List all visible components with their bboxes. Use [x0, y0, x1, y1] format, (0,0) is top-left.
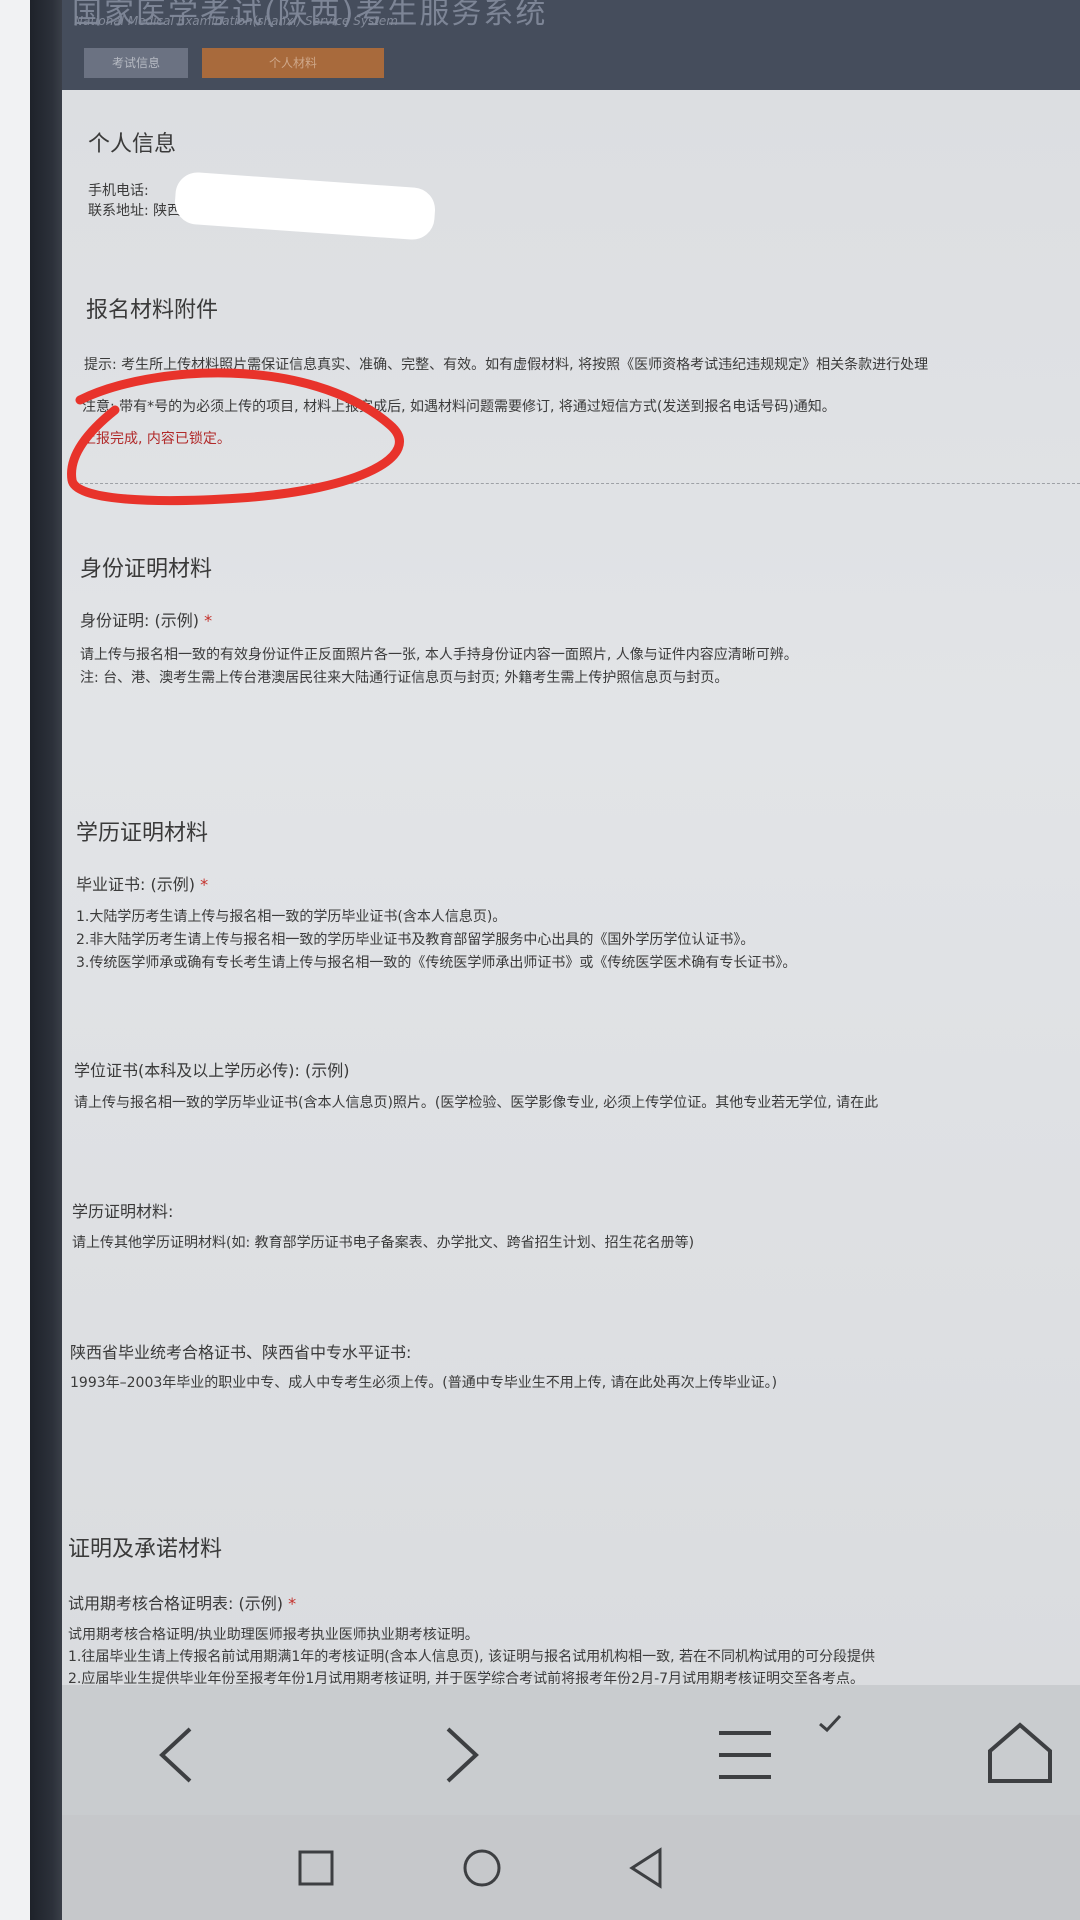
degree-instruction: 请上传与报名相一致的学历毕业证书(含本人信息页)照片。(医学检验、医学影像专业,… [74, 1095, 879, 1111]
section-divider [80, 483, 1080, 484]
shaanxi-cert-instruction: 1993年–2003年毕业的职业中专、成人中专考生必须上传。(普通中专毕业生不用… [70, 1375, 778, 1391]
identity-instruction: 请上传与报名相一致的有效身份证件正反面照片各一张, 本人手持身份证内容一面照片,… [80, 647, 798, 663]
checkmark-icon [819, 1714, 842, 1733]
identity-label[interactable]: 身份证明: (示例) * [80, 607, 212, 631]
site-subtitle: National Medical Examination(shanxi) Ser… [74, 14, 398, 28]
menu-icon[interactable] [705, 1715, 785, 1795]
tab-exam-info[interactable]: 考试信息 [84, 48, 188, 78]
personal-info-heading: 个人信息 [88, 132, 177, 157]
device-bezel [30, 0, 62, 1920]
system-back-icon[interactable] [616, 1838, 676, 1898]
probation-line-1: 试用期考核合格证明/执业助理医师报考执业医师执业期考核证明。 [68, 1627, 479, 1643]
tab-personal-materials[interactable]: 个人材料 [202, 48, 384, 78]
diploma-line-1: 1.大陆学历考生请上传与报名相一致的学历毕业证书(含本人信息页)。 [76, 909, 507, 925]
diploma-line-2: 2.非大陆学历考生请上传与报名相一致的学历毕业证书及教育部留学服务中心出具的《国… [76, 932, 755, 948]
recent-apps-icon[interactable] [286, 1838, 346, 1898]
diploma-label-text: 毕业证书: (示例) [76, 875, 195, 894]
diploma-label[interactable]: 毕业证书: (示例) * [76, 871, 208, 895]
probation-label-text: 试用期考核合格证明表: (示例) [68, 1594, 283, 1613]
site-header: 国家医学考试(陕西)考生服务系统 National Medical Examin… [62, 0, 1080, 90]
identity-heading: 身份证明材料 [80, 557, 213, 582]
locked-status: 上报完成, 内容已锁定。 [82, 431, 231, 447]
shaanxi-cert-label[interactable]: 陕西省毕业统考合格证书、陕西省中专水平证书: [70, 1339, 411, 1363]
identity-note: 注: 台、港、澳考生需上传台港澳居民往来大陆通行证信息页与封页; 外籍考生需上传… [80, 670, 729, 686]
degree-label[interactable]: 学位证书(本科及以上学历必传): (示例) [74, 1057, 349, 1081]
address-label: 联系地址: 陕西 [88, 203, 182, 219]
system-home-icon[interactable] [452, 1838, 512, 1898]
wall-background [0, 0, 30, 1920]
back-icon[interactable] [138, 1715, 218, 1795]
attachments-note: 注意: 带有*号的为必须上传的项目, 材料上报完成后, 如遇材料问题需要修订, … [82, 399, 836, 415]
forward-icon[interactable] [420, 1715, 500, 1795]
required-star: * [200, 875, 209, 894]
required-star: * [204, 611, 213, 630]
phone-label: 手机电话: [88, 183, 149, 199]
commitment-heading: 证明及承诺材料 [68, 1537, 223, 1562]
probation-line-2: 1.往届毕业生请上传报名前试用期满1年的考核证明(含本人信息页), 该证明与报名… [68, 1649, 875, 1665]
required-star: * [288, 1594, 297, 1613]
attachments-heading: 报名材料附件 [86, 298, 219, 323]
home-icon[interactable] [980, 1715, 1060, 1795]
system-navigation-bar [62, 1815, 1080, 1920]
identity-label-text: 身份证明: (示例) [80, 611, 199, 630]
other-education-label[interactable]: 学历证明材料: [72, 1198, 173, 1222]
probation-label[interactable]: 试用期考核合格证明表: (示例) * [68, 1590, 296, 1614]
screen: 国家医学考试(陕西)考生服务系统 National Medical Examin… [0, 0, 1080, 1920]
diploma-line-3: 3.传统医学师承或确有专长考生请上传与报名相一致的《传统医学师承出师证书》或《传… [76, 955, 797, 971]
other-education-instruction: 请上传其他学历证明材料(如: 教育部学历证书电子备案表、办学批文、跨省招生计划、… [72, 1235, 695, 1251]
main-content [62, 90, 1080, 1685]
attachments-tip: 提示: 考生所上传材料照片需保证信息真实、准确、完整、有效。如有虚假材料, 将按… [84, 357, 929, 373]
education-heading: 学历证明材料 [76, 821, 209, 846]
